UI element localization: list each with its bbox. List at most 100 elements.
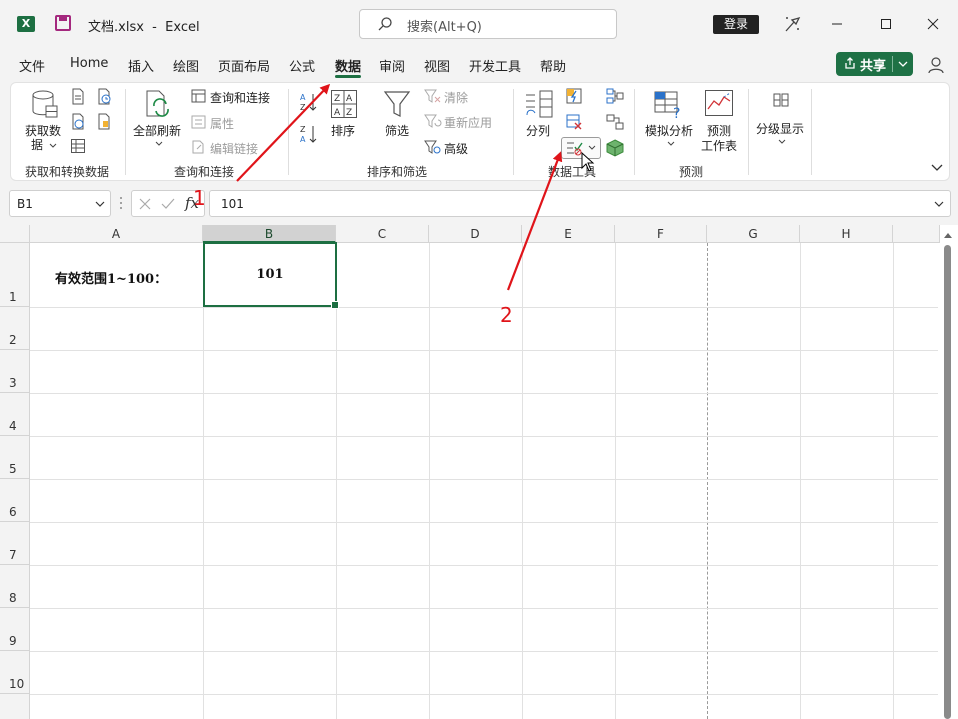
from-table-icon[interactable] — [70, 138, 86, 154]
tab-insert[interactable]: 插入 — [128, 56, 154, 75]
sort-ascending-icon[interactable]: AZ — [299, 91, 319, 113]
row-header-8[interactable]: 8 — [0, 565, 30, 608]
title-bar: X 文档.xlsx - Excel 搜索(Alt+Q) 登录 — [0, 0, 958, 48]
tab-view[interactable]: 视图 — [424, 56, 450, 75]
sort-descending-icon[interactable]: ZA — [299, 123, 319, 145]
flash-fill-icon[interactable] — [565, 87, 583, 105]
row-header-3[interactable]: 3 — [0, 350, 30, 393]
tab-file[interactable]: 文件 — [19, 56, 45, 75]
chevron-down-icon — [95, 201, 105, 207]
column-header-g[interactable]: G — [707, 225, 800, 243]
tab-draw[interactable]: 绘图 — [173, 56, 199, 75]
get-data-label-2[interactable]: 据 — [31, 136, 43, 153]
row-number: 2 — [9, 333, 17, 347]
formula-input[interactable]: 101 — [209, 190, 951, 217]
existing-connections-icon[interactable] — [96, 113, 112, 130]
row-header-11[interactable] — [0, 694, 30, 719]
row-header-5[interactable]: 5 — [0, 436, 30, 479]
advanced-filter-icon[interactable] — [424, 140, 442, 155]
row-number: 1 — [9, 290, 17, 304]
gridline — [30, 479, 938, 480]
worksheet-grid[interactable]: A B C D E F G H 1 2 3 4 5 6 7 8 9 10 有效范… — [0, 225, 958, 719]
tab-data[interactable]: 数据 — [335, 56, 361, 75]
formula-bar-grip-icon[interactable] — [119, 196, 123, 210]
what-if-analysis-label[interactable]: 模拟分析 — [645, 122, 693, 139]
refresh-all-icon — [146, 90, 169, 117]
name-box[interactable]: B1 — [9, 190, 111, 217]
filter-label[interactable]: 筛选 — [385, 122, 409, 139]
tab-home[interactable]: Home — [70, 56, 108, 71]
column-header-e[interactable]: E — [522, 225, 615, 243]
recent-sources-icon[interactable] — [96, 88, 112, 105]
group-divider — [634, 89, 635, 175]
row-header-9[interactable]: 9 — [0, 608, 30, 651]
svg-text:A: A — [346, 94, 353, 104]
data-model-icon[interactable] — [606, 139, 624, 157]
designer-brush-icon[interactable] — [783, 14, 801, 34]
column-header-f[interactable]: F — [615, 225, 707, 243]
svg-text:?: ? — [673, 106, 680, 119]
tab-page-layout[interactable]: 页面布局 — [218, 56, 270, 75]
from-web-icon[interactable] — [70, 113, 86, 130]
share-label: 共享 — [860, 59, 887, 74]
cell-b1-selected[interactable]: 101 — [203, 242, 339, 309]
queries-connections-label[interactable]: 查询和连接 — [210, 89, 270, 106]
queries-connections-icon[interactable] — [191, 89, 206, 103]
column-header-a[interactable]: A — [30, 225, 203, 243]
select-all-corner[interactable] — [0, 225, 30, 243]
outline-label[interactable]: 分级显示 — [756, 120, 804, 137]
window-title: 文档.xlsx - Excel — [88, 16, 200, 35]
clear-filter-icon — [424, 89, 441, 103]
outline-icon — [773, 93, 789, 107]
row-header-2[interactable]: 2 — [0, 307, 30, 350]
vertical-scrollbar[interactable] — [940, 225, 958, 719]
share-button[interactable]: 共享 — [836, 52, 913, 76]
row-number: 7 — [9, 548, 17, 562]
cell-a1[interactable]: 有效范围1~100： — [55, 268, 167, 287]
from-text-icon[interactable] — [70, 88, 86, 105]
forecast-sheet-label-2[interactable]: 工作表 — [701, 137, 737, 154]
row-header-6[interactable]: 6 — [0, 479, 30, 522]
tab-review[interactable]: 审阅 — [379, 56, 405, 75]
gridline — [30, 350, 938, 351]
column-header-d[interactable]: D — [429, 225, 522, 243]
advanced-label[interactable]: 高级 — [444, 140, 468, 157]
group-label-queries: 查询和连接 — [174, 165, 235, 179]
column-header-b[interactable]: B — [203, 225, 336, 243]
row-header-7[interactable]: 7 — [0, 522, 30, 565]
text-to-columns-label[interactable]: 分列 — [526, 122, 550, 139]
column-header-c[interactable]: C — [336, 225, 429, 243]
scrollbar-thumb[interactable] — [944, 245, 951, 719]
mouse-cursor-icon — [581, 152, 595, 172]
relationships-icon[interactable] — [606, 114, 624, 130]
chevron-down-icon[interactable] — [588, 145, 596, 151]
row-header-1[interactable]: 1 — [0, 243, 30, 307]
scroll-up-icon[interactable] — [943, 231, 953, 239]
save-icon[interactable] — [55, 15, 71, 31]
remove-duplicates-icon[interactable] — [565, 113, 583, 131]
row-header-4[interactable]: 4 — [0, 393, 30, 436]
gridline — [30, 608, 938, 609]
tab-formulas[interactable]: 公式 — [289, 56, 315, 75]
maximize-icon[interactable] — [875, 12, 897, 36]
cancel-icon[interactable] — [138, 197, 152, 211]
search-box[interactable]: 搜索(Alt+Q) — [359, 9, 617, 39]
chevron-down-icon — [898, 61, 908, 67]
close-icon[interactable] — [922, 12, 944, 36]
tab-developer[interactable]: 开发工具 — [469, 56, 521, 75]
row-header-10[interactable]: 10 — [0, 651, 30, 694]
feedback-person-icon[interactable] — [926, 55, 946, 75]
refresh-all-label[interactable]: 全部刷新 — [133, 122, 181, 139]
minimize-icon[interactable] — [826, 12, 848, 36]
gridline — [893, 243, 894, 719]
consolidate-icon[interactable] — [606, 88, 624, 104]
ribbon-collapse-chevron-icon[interactable] — [931, 163, 943, 173]
column-header-i[interactable] — [893, 225, 940, 243]
sort-label[interactable]: 排序 — [331, 122, 355, 139]
enter-check-icon[interactable] — [160, 197, 176, 211]
tab-help[interactable]: 帮助 — [540, 56, 566, 75]
svg-text:Z: Z — [334, 94, 340, 104]
column-header-h[interactable]: H — [800, 225, 893, 243]
expand-formula-bar-chevron-icon[interactable] — [934, 200, 944, 208]
login-button[interactable]: 登录 — [713, 15, 759, 34]
